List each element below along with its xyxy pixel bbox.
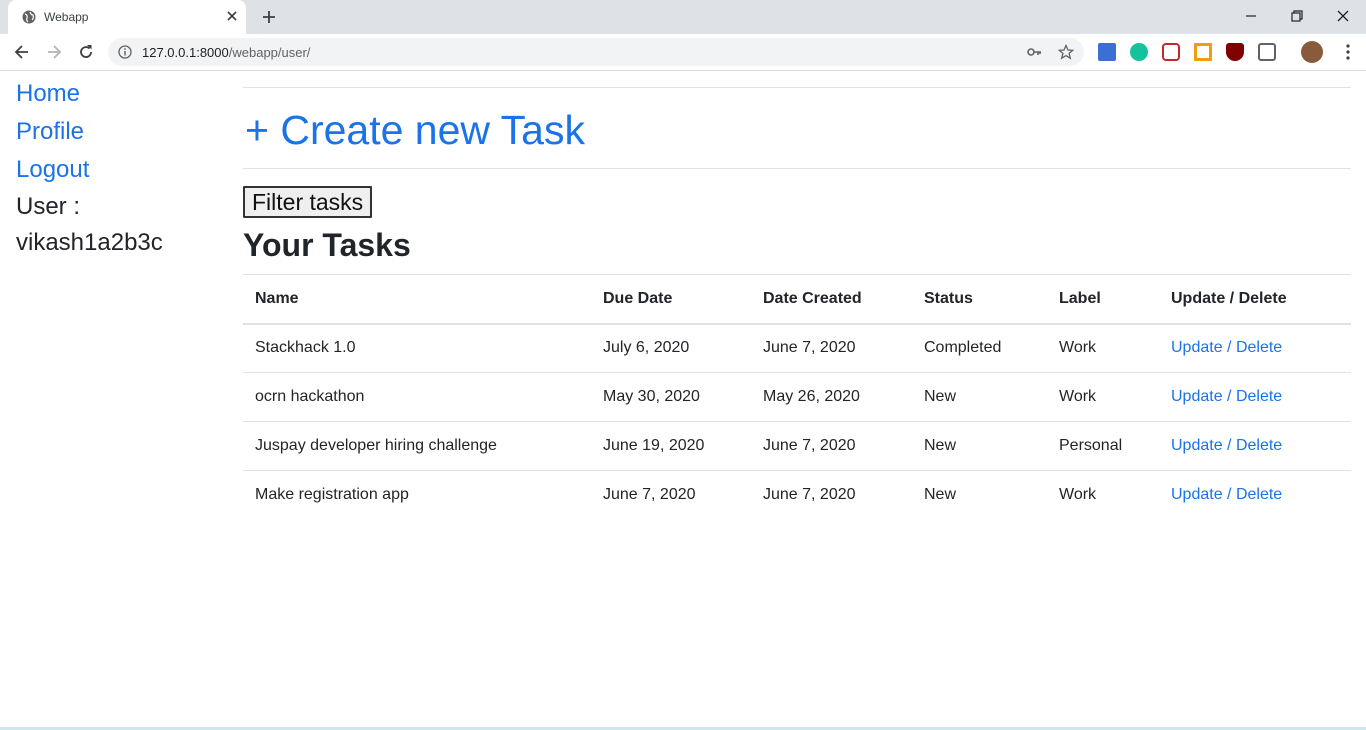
task-actions: Update / Delete xyxy=(1159,323,1351,373)
task-label: Work xyxy=(1059,486,1097,504)
table-row: Make registration app June 7, 2020 June … xyxy=(243,471,1351,520)
sidebar-link-home[interactable]: Home xyxy=(16,75,216,113)
table-row: ocrn hackathon May 30, 2020 May 26, 2020… xyxy=(243,372,1351,422)
username: vikash1a2b3c xyxy=(16,229,163,256)
task-status: New xyxy=(912,421,1047,471)
browser-toolbar: 127.0.0.1:8000/webapp/user/ xyxy=(0,34,1366,71)
close-tab-icon[interactable] xyxy=(224,8,240,24)
address-bar[interactable]: 127.0.0.1:8000/webapp/user/ xyxy=(108,38,1084,66)
task-date-created: June 7, 2020 xyxy=(751,421,912,471)
ublock-origin-icon[interactable] xyxy=(1226,43,1244,61)
browser-tab[interactable]: Webapp xyxy=(8,0,246,34)
task-date-created: June 7, 2020 xyxy=(763,486,856,504)
tab-title: Webapp xyxy=(44,10,89,24)
separator: / xyxy=(1222,388,1236,405)
globe-icon xyxy=(22,10,36,24)
column-header-name: Name xyxy=(243,274,591,325)
task-due-date: June 7, 2020 xyxy=(603,486,696,504)
task-date-created: May 26, 2020 xyxy=(751,372,912,422)
update-link[interactable]: Update xyxy=(1171,339,1223,356)
url-text[interactable]: 127.0.0.1:8000/webapp/user/ xyxy=(142,45,310,60)
task-actions: Update / Delete xyxy=(1159,471,1351,520)
url-path: /webapp/user/ xyxy=(228,45,311,60)
close-window-icon[interactable] xyxy=(1333,6,1353,26)
browser-tabbar: Webapp xyxy=(0,0,1366,34)
task-status: Completed xyxy=(912,323,1047,373)
extension-orange-icon[interactable] xyxy=(1194,43,1212,61)
user-label: User : xyxy=(16,193,81,220)
new-tab-icon[interactable] xyxy=(260,8,278,26)
extension-blue-icon[interactable] xyxy=(1098,43,1116,61)
task-label: Personal xyxy=(1047,421,1159,471)
back-icon[interactable] xyxy=(12,42,32,62)
delete-link[interactable]: Delete xyxy=(1236,388,1282,405)
tasks-table: Name Due Date Date Created Status Label … xyxy=(243,274,1351,520)
column-header-due-date: Due Date xyxy=(591,274,751,325)
separator: / xyxy=(1222,339,1236,357)
column-header-actions: Update / Delete xyxy=(1159,274,1351,325)
task-due-date: July 6, 2020 xyxy=(591,323,751,373)
task-status: New xyxy=(912,372,1047,422)
update-link[interactable]: Update xyxy=(1171,388,1223,405)
delete-link[interactable]: Delete xyxy=(1236,486,1282,503)
minimize-icon[interactable] xyxy=(1241,6,1261,26)
sidebar-link-profile[interactable]: Profile xyxy=(16,113,216,151)
task-name: Stackhack 1.0 xyxy=(243,323,591,373)
key-icon[interactable] xyxy=(1026,44,1042,60)
task-name: Make registration app xyxy=(255,486,409,504)
update-link[interactable]: Update xyxy=(1171,437,1223,454)
info-icon[interactable] xyxy=(118,45,132,59)
grammarly-icon[interactable] xyxy=(1130,43,1148,61)
page-content: Home Profile Logout User : vikash1a2b3c … xyxy=(0,71,1366,727)
table-header-row: Name Due Date Date Created Status Label … xyxy=(243,274,1351,325)
reload-icon[interactable] xyxy=(76,42,96,62)
extension-red-play-icon[interactable] xyxy=(1162,43,1180,61)
sidebar: Home Profile Logout User : vikash1a2b3c xyxy=(16,75,216,261)
table-row: Stackhack 1.0 July 6, 2020 June 7, 2020 … xyxy=(243,323,1351,373)
task-label: Work xyxy=(1047,372,1159,422)
table-row: Juspay developer hiring challenge June 1… xyxy=(243,421,1351,471)
divider xyxy=(243,87,1351,88)
extension-shield-icon[interactable] xyxy=(1258,43,1276,61)
task-actions: Update / Delete xyxy=(1159,421,1351,471)
task-date-created: June 7, 2020 xyxy=(751,323,912,373)
task-actions: Update / Delete xyxy=(1159,372,1351,422)
forward-icon[interactable] xyxy=(44,42,64,62)
task-due-date: June 19, 2020 xyxy=(591,421,751,471)
column-header-date-created: Date Created xyxy=(751,274,912,325)
task-due-date: May 30, 2020 xyxy=(591,372,751,422)
divider xyxy=(243,168,1351,169)
url-host: 127.0.0.1:8000 xyxy=(142,45,229,60)
profile-avatar[interactable] xyxy=(1301,41,1323,63)
create-task-link[interactable]: + Create new Task xyxy=(245,107,585,154)
task-name: ocrn hackathon xyxy=(243,372,591,422)
task-status: New xyxy=(924,486,957,504)
section-title: Your Tasks xyxy=(243,227,411,263)
update-link[interactable]: Update xyxy=(1171,486,1223,503)
star-icon[interactable] xyxy=(1058,44,1074,60)
menu-icon[interactable] xyxy=(1338,42,1358,62)
separator: / xyxy=(1222,486,1236,504)
task-name: Juspay developer hiring challenge xyxy=(243,421,591,471)
filter-tasks-button[interactable]: Filter tasks xyxy=(243,186,373,218)
delete-link[interactable]: Delete xyxy=(1236,339,1282,356)
separator: / xyxy=(1222,437,1236,454)
task-label: Work xyxy=(1047,323,1159,373)
restore-icon[interactable] xyxy=(1287,6,1307,26)
column-header-label: Label xyxy=(1047,274,1159,325)
column-header-status: Status xyxy=(912,274,1047,325)
delete-link[interactable]: Delete xyxy=(1236,437,1282,454)
sidebar-link-logout[interactable]: Logout xyxy=(16,151,216,189)
